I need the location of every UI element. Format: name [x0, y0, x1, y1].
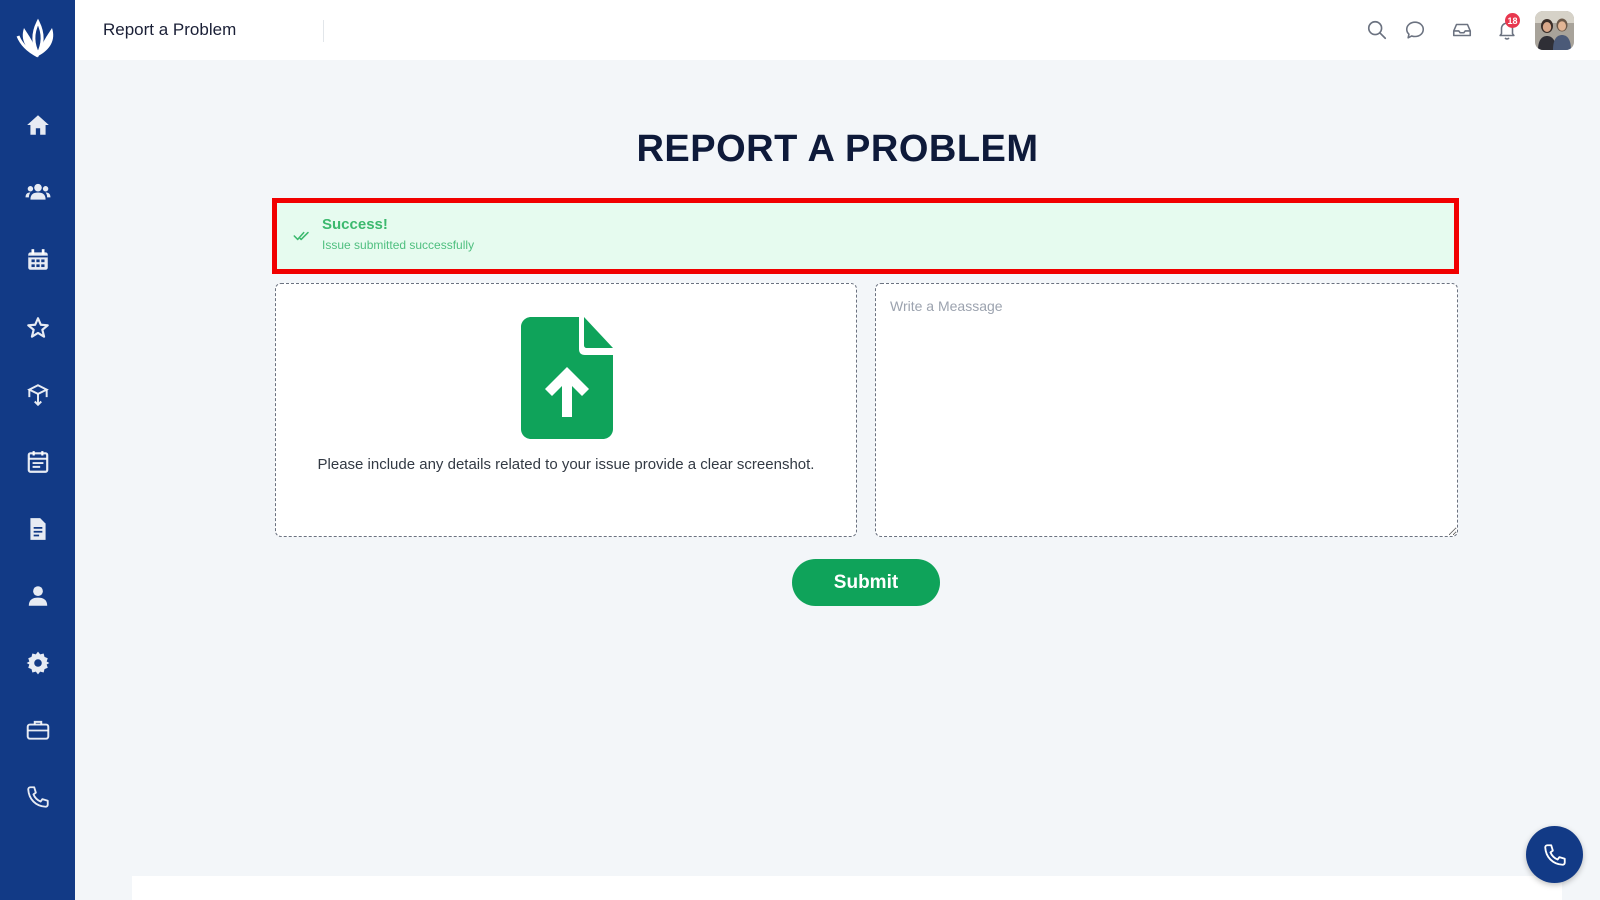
alert-message: Issue submitted successfully	[322, 238, 475, 252]
inbox-icon[interactable]	[1450, 18, 1474, 42]
search-icon[interactable]	[1365, 18, 1389, 42]
avatar[interactable]	[1535, 11, 1574, 50]
users-icon	[25, 183, 51, 200]
phone-icon	[27, 786, 49, 808]
header-divider	[323, 20, 324, 42]
success-alert: Success! Issue submitted successfully	[277, 203, 1454, 269]
sidebar-item-favorites[interactable]	[18, 308, 58, 348]
box-icon	[27, 384, 49, 407]
notification-badge: 18	[1505, 13, 1520, 28]
star-icon	[27, 317, 49, 338]
calendar-icon	[28, 249, 48, 270]
submit-button[interactable]: Submit	[792, 559, 940, 606]
sidebar-item-calendar[interactable]	[18, 240, 58, 280]
success-alert-highlight: Success! Issue submitted successfully	[272, 198, 1459, 274]
schedule-icon	[27, 451, 49, 473]
document-icon	[30, 518, 46, 540]
sidebar-item-calls[interactable]	[18, 777, 58, 817]
page-heading: REPORT A PROBLEM	[636, 128, 1039, 170]
sidebar-item-inventory[interactable]	[18, 375, 58, 415]
sidebar-item-jobs[interactable]	[18, 710, 58, 750]
sidebar-item-settings[interactable]	[18, 643, 58, 683]
phone-icon	[1543, 843, 1566, 866]
sidebar-item-profile[interactable]	[18, 576, 58, 616]
double-check-icon	[293, 229, 311, 247]
alert-title: Success!	[322, 216, 388, 233]
page-title: Report a Problem	[103, 20, 237, 39]
user-icon	[28, 586, 48, 606]
home-icon	[27, 115, 49, 135]
file-upload-icon	[521, 317, 613, 439]
app-logo[interactable]	[14, 16, 62, 60]
sidebar-item-schedule[interactable]	[18, 442, 58, 482]
footer-strip	[132, 876, 1562, 900]
sidebar-item-users[interactable]	[18, 172, 58, 212]
gear-icon	[26, 651, 50, 675]
briefcase-icon	[26, 720, 50, 740]
sidebar-item-home[interactable]	[18, 105, 58, 145]
call-fab-button[interactable]	[1526, 826, 1583, 883]
file-upload-dropzone[interactable]: Please include any details related to yo…	[275, 283, 857, 537]
sidebar-item-documents[interactable]	[18, 509, 58, 549]
upload-instructions: Please include any details related to yo…	[317, 456, 815, 473]
sidebar	[0, 0, 75, 900]
chat-icon[interactable]	[1403, 18, 1427, 42]
message-textarea[interactable]	[875, 283, 1458, 537]
